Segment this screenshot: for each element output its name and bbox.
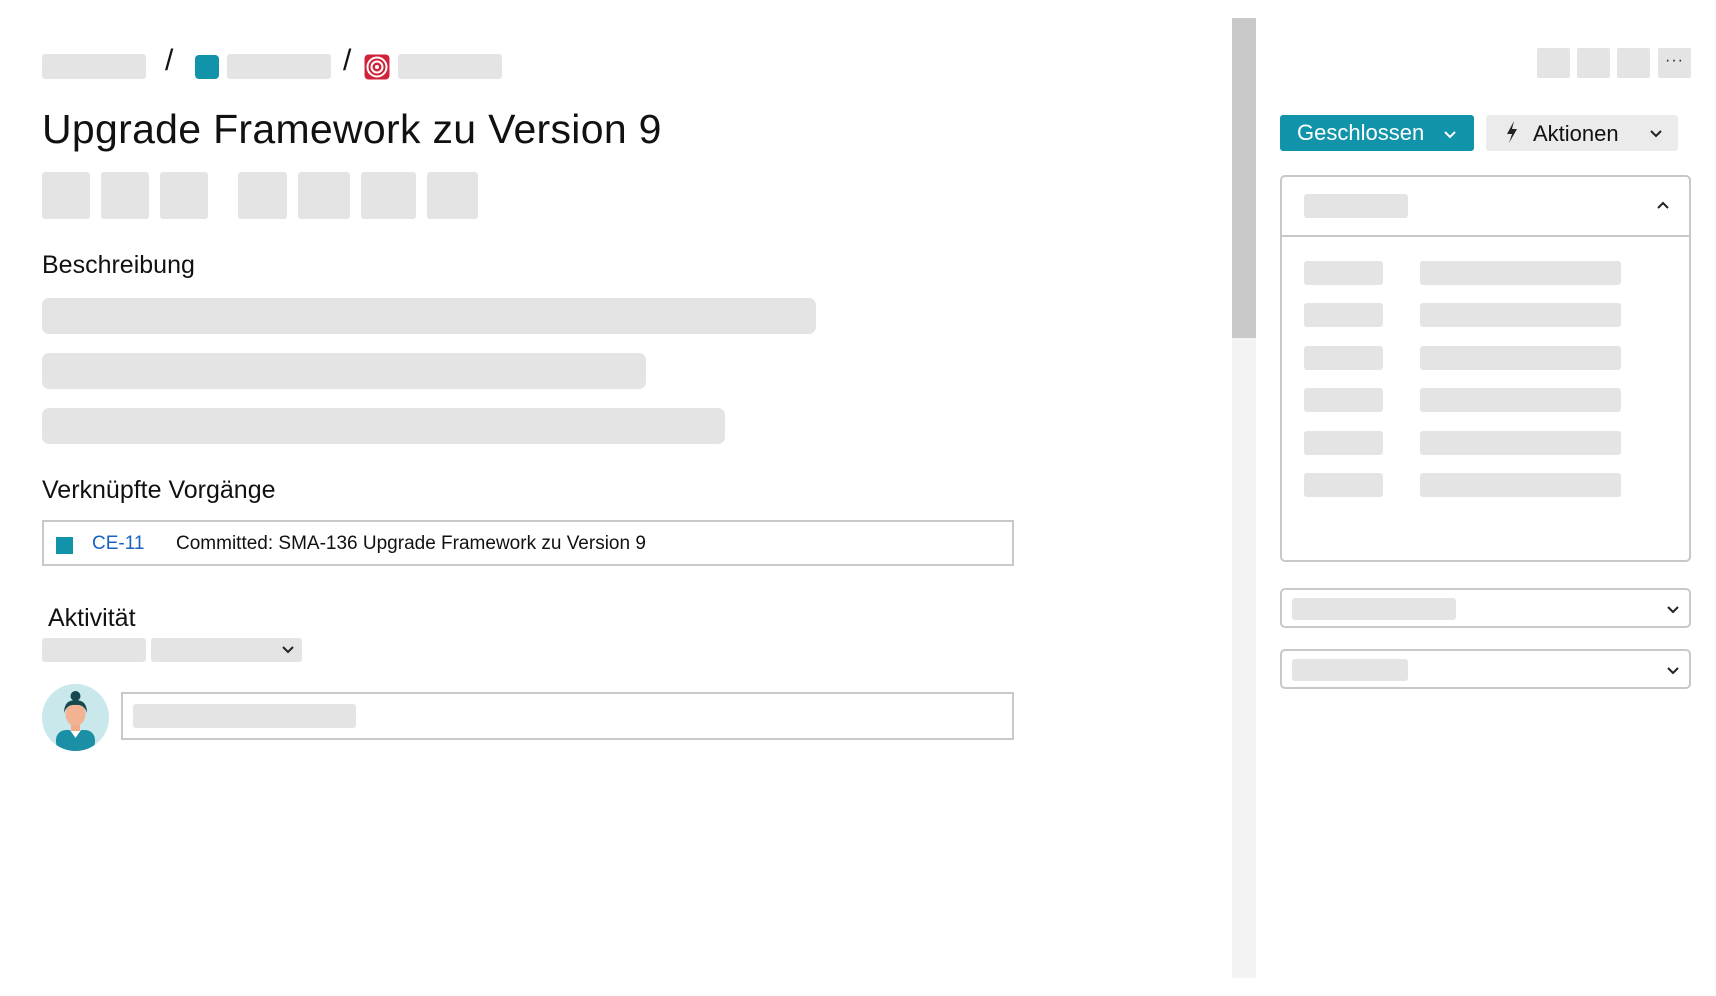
chevron-down-icon: [1667, 667, 1679, 675]
field-value-placeholder[interactable]: [1420, 303, 1621, 327]
breadcrumb-separator: /: [165, 44, 174, 77]
description-line-placeholder[interactable]: [42, 408, 725, 444]
collapsed-section-dropdown[interactable]: [1280, 649, 1691, 689]
section-title-placeholder: [1292, 659, 1408, 681]
chevron-down-icon: [1667, 606, 1679, 614]
quick-action-placeholder[interactable]: [42, 172, 90, 219]
breadcrumb-item-placeholder[interactable]: [42, 54, 146, 79]
breadcrumb-separator: /: [343, 44, 352, 77]
status-label: Geschlossen: [1297, 120, 1425, 145]
comment-input[interactable]: [121, 692, 1014, 740]
actions-label: Aktionen: [1533, 121, 1619, 146]
section-title-placeholder: [1292, 598, 1456, 620]
activity-heading: Aktivität: [48, 604, 136, 632]
comment-placeholder: [133, 704, 356, 728]
status-dropdown-button[interactable]: Geschlossen: [1280, 115, 1474, 151]
quick-action-placeholder[interactable]: [298, 172, 350, 219]
linked-issue-key[interactable]: CE-11: [92, 533, 144, 555]
chevron-down-icon: [1650, 130, 1662, 138]
field-label-placeholder: [1304, 261, 1383, 285]
chevron-down-icon: [1444, 131, 1456, 139]
breadcrumb-issue-placeholder[interactable]: [398, 54, 502, 79]
description-line-placeholder[interactable]: [42, 353, 646, 389]
details-panel: [1280, 175, 1691, 562]
scrollbar-thumb[interactable]: [1232, 18, 1256, 338]
issue-title[interactable]: Upgrade Framework zu Version 9: [42, 102, 662, 156]
field-label-placeholder: [1304, 473, 1383, 497]
quick-action-placeholder[interactable]: [427, 172, 478, 219]
user-avatar-icon: [56, 691, 95, 751]
more-options-button[interactable]: ···: [1658, 48, 1691, 78]
field-value-placeholder[interactable]: [1420, 346, 1621, 370]
actions-dropdown-button[interactable]: Aktionen: [1486, 115, 1678, 151]
chevron-down-icon: [282, 646, 294, 654]
linked-issue-row[interactable]: CE-11 Committed: SMA-136 Upgrade Framewo…: [42, 520, 1014, 566]
linked-issues-heading: Verknüpfte Vorgänge: [42, 476, 276, 504]
toolbar-button[interactable]: [1577, 48, 1610, 78]
quick-action-placeholder[interactable]: [101, 172, 149, 219]
collapsed-section-dropdown[interactable]: [1280, 588, 1691, 628]
field-value-placeholder[interactable]: [1420, 388, 1621, 412]
field-value-placeholder[interactable]: [1420, 431, 1621, 455]
field-value-placeholder[interactable]: [1420, 473, 1621, 497]
details-panel-header[interactable]: [1282, 177, 1689, 237]
lightning-icon: [1507, 121, 1517, 143]
field-label-placeholder: [1304, 388, 1383, 412]
field-label-placeholder: [1304, 346, 1383, 370]
quick-action-placeholder[interactable]: [361, 172, 416, 219]
chevron-up-icon: [1657, 201, 1669, 209]
toolbar-button[interactable]: [1617, 48, 1650, 78]
activity-sort-select[interactable]: [151, 638, 302, 662]
quick-action-placeholder[interactable]: [160, 172, 208, 219]
toolbar-button[interactable]: [1537, 48, 1570, 78]
field-label-placeholder: [1304, 431, 1383, 455]
project-icon: [195, 55, 219, 79]
target-icon: [364, 54, 390, 80]
quick-action-placeholder[interactable]: [238, 172, 287, 219]
linked-issue-summary[interactable]: Committed: SMA-136 Upgrade Framework zu …: [176, 533, 646, 555]
activity-filter-placeholder[interactable]: [42, 638, 146, 662]
details-title-placeholder: [1304, 194, 1408, 218]
breadcrumb-project-placeholder[interactable]: [227, 54, 331, 79]
field-value-placeholder[interactable]: [1420, 261, 1621, 285]
avatar: [42, 684, 109, 751]
field-label-placeholder: [1304, 303, 1383, 327]
description-heading: Beschreibung: [42, 251, 195, 279]
issue-type-icon: [56, 537, 73, 554]
description-line-placeholder[interactable]: [42, 298, 816, 334]
